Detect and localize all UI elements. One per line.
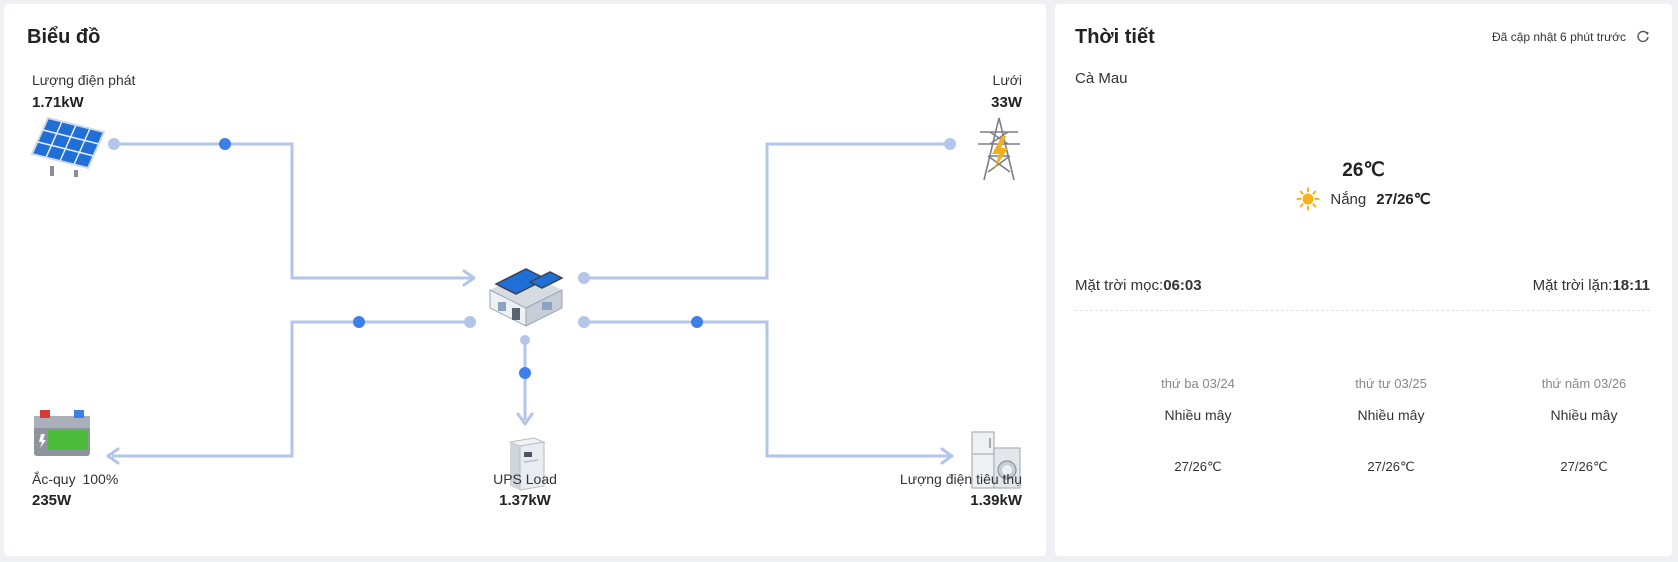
updated-text: Đã cập nhật 6 phút trước xyxy=(1492,30,1626,44)
weather-title: Thời tiết xyxy=(1075,26,1155,48)
ups-value: 1.37kW xyxy=(499,492,551,509)
forecast-condition: Nhiều mây xyxy=(1164,407,1232,423)
location: Cà Mau xyxy=(1075,70,1128,87)
forecast-condition: Nhiều mây xyxy=(1357,407,1425,423)
endpoint-house-load xyxy=(578,316,590,328)
endpoint-house-ups xyxy=(520,335,530,345)
flow-dot-ups xyxy=(519,367,531,379)
current-temp: 26℃ xyxy=(1342,160,1385,181)
condition-text: Nắng xyxy=(1330,190,1367,208)
sunrise: Mặt trời mọc:06:03 xyxy=(1075,277,1202,294)
flow-dot-pv xyxy=(219,138,231,150)
battery-label: Ắc-quy 100% xyxy=(32,471,118,487)
forecast-day-1: thứ ba 03/24 Nhiều mây 27/26℃ xyxy=(1113,376,1283,475)
forecast-day-2: thứ tư 03/25 Nhiều mây 27/26℃ xyxy=(1306,376,1476,475)
battery-value: 235W xyxy=(32,492,72,509)
load-label: Lượng điện tiêu thụ xyxy=(899,471,1022,487)
forecast-temp: 27/26℃ xyxy=(1560,459,1608,474)
flow-line-battery xyxy=(112,320,470,458)
update-status: Đã cập nhật 6 phút trước xyxy=(1492,30,1650,44)
pv-value: 1.71kW xyxy=(32,94,84,111)
house-icon xyxy=(489,268,564,327)
sunset-label: Mặt trời lặn: xyxy=(1532,277,1613,294)
grid-value: 33W xyxy=(991,94,1022,111)
divider xyxy=(1075,310,1650,311)
sunrise-time: 06:03 xyxy=(1163,277,1202,294)
forecast-condition: Nhiều mây xyxy=(1550,407,1618,423)
sun-icon xyxy=(1296,187,1320,211)
refresh-icon[interactable] xyxy=(1636,30,1650,44)
endpoint-house-grid xyxy=(578,272,590,284)
load-value: 1.39kW xyxy=(970,492,1022,509)
battery-icon xyxy=(34,410,90,456)
forecast-date: thứ tư 03/25 xyxy=(1355,376,1427,391)
battery-label-text: Ắc-quy xyxy=(32,471,76,487)
grid-label: Lưới xyxy=(992,72,1022,88)
endpoint-grid xyxy=(944,138,956,150)
flow-line-grid xyxy=(584,142,950,280)
flow-dot-battery xyxy=(353,316,365,328)
pv-label: Lượng điện phát xyxy=(32,72,136,88)
forecast-date: thứ ba 03/24 xyxy=(1161,376,1235,391)
energy-flow-card: Biểu đồ Lượng điện phát 1.71kW Lưới 33W … xyxy=(4,4,1046,556)
forecast-temp: 27/26℃ xyxy=(1174,459,1222,474)
condition-range: 27/26℃ xyxy=(1376,191,1431,208)
flow-line-load xyxy=(584,320,950,458)
battery-percent: 100% xyxy=(82,471,119,487)
forecast-day-3: thứ năm 03/26 Nhiều mây 27/26℃ xyxy=(1499,376,1669,475)
power-tower-icon xyxy=(978,117,1020,181)
endpoint-house-battery xyxy=(464,316,476,328)
current-condition-row: Nắng 27/26℃ xyxy=(1055,187,1672,211)
weather-card: Thời tiết Đã cập nhật 6 phút trước Cà Ma… xyxy=(1055,4,1672,556)
forecast-temp: 27/26℃ xyxy=(1367,459,1415,474)
sunset: Mặt trời lặn:18:11 xyxy=(1533,277,1650,294)
sunset-time: 18:11 xyxy=(1612,277,1650,294)
solar-panel-icon xyxy=(30,116,106,177)
flow-line-pv xyxy=(114,142,472,280)
sunrise-label: Mặt trời mọc: xyxy=(1075,277,1164,294)
forecast-date: thứ năm 03/26 xyxy=(1541,376,1627,391)
ups-label: UPS Load xyxy=(493,471,557,487)
flow-dot-load xyxy=(691,316,703,328)
